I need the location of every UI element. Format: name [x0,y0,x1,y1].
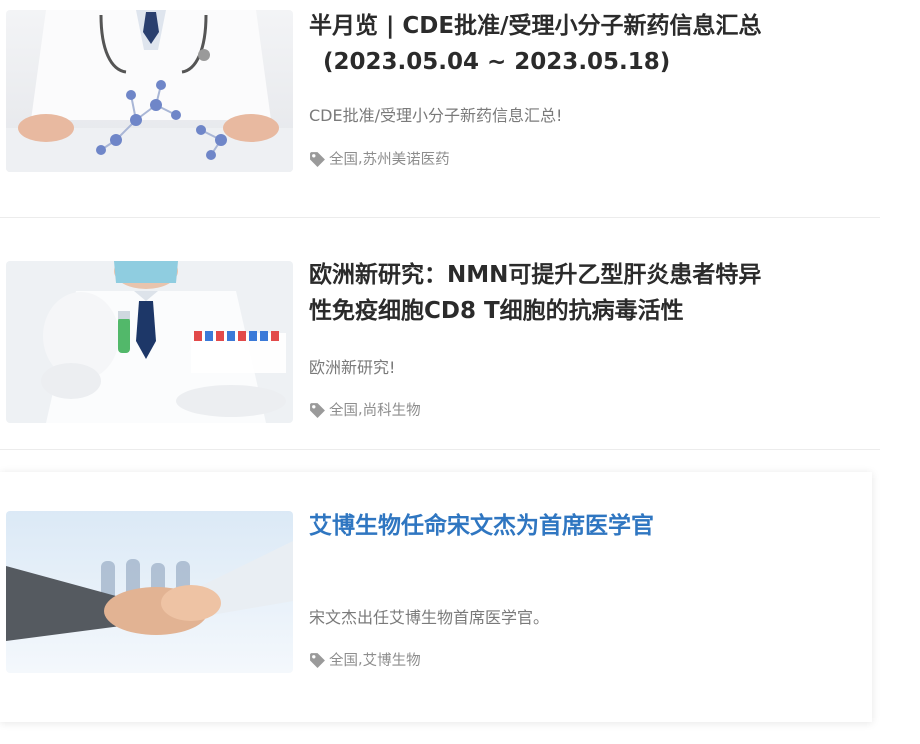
article-title-link[interactable]: 欧洲新研究：NMN可提升乙型肝炎患者特异 性免疫细胞CD8 T细胞的抗病毒活性 [309,257,859,329]
article-tags: 全国, 艾博生物 [309,649,421,670]
tag-icon [310,653,325,668]
article-summary: 宋文杰出任艾博生物首席医学官。 [309,608,550,627]
tag-company[interactable]: 艾博生物 [363,649,421,670]
tag-company[interactable]: 尚科生物 [363,399,421,420]
article-card[interactable]: 欧洲新研究：NMN可提升乙型肝炎患者特异 性免疫细胞CD8 T细胞的抗病毒活性 … [0,240,880,450]
article-card[interactable]: 半月览 | CDE批准/受理小分子新药信息汇总 (2023.05.04 ~ 20… [0,0,880,218]
article-thumbnail[interactable] [6,10,293,172]
article-tags: 全国, 苏州美诺医药 [309,148,450,169]
doctor-test-tubes-image [6,261,293,423]
title-line-2[interactable]: (2023.05.04 ~ 2023.05.18) [309,44,859,80]
title-line-1[interactable]: 艾博生物任命宋文杰为首席医学官 [309,513,654,539]
article-card[interactable]: 艾博生物任命宋文杰为首席医学官 宋文杰出任艾博生物首席医学官。 全国, 艾博生物 [0,472,872,722]
article-title-link[interactable]: 半月览 | CDE批准/受理小分子新药信息汇总 (2023.05.04 ~ 20… [309,8,859,80]
article-summary: 欧洲新研究! [309,358,396,377]
article-tags: 全国, 尚科生物 [309,399,421,420]
article-summary: CDE批准/受理小分子新药信息汇总! [309,106,563,125]
tag-region[interactable]: 全国 [329,399,358,420]
title-line-2[interactable]: 性免疫细胞CD8 T细胞的抗病毒活性 [309,298,684,324]
article-thumbnail[interactable] [6,511,293,673]
article-thumbnail[interactable] [6,261,293,423]
title-line-1[interactable]: 半月览 | CDE批准/受理小分子新药信息汇总 [309,13,762,39]
article-feed: 半月览 | CDE批准/受理小分子新药信息汇总 (2023.05.04 ~ 20… [0,0,920,744]
tag-icon [310,152,325,167]
tag-region[interactable]: 全国 [329,649,358,670]
doctor-molecule-image [6,10,293,172]
title-line-1[interactable]: 欧洲新研究：NMN可提升乙型肝炎患者特异 [309,262,761,288]
tag-company[interactable]: 苏州美诺医药 [363,148,450,169]
tag-icon [310,403,325,418]
handshake-image [6,511,293,673]
tag-region[interactable]: 全国 [329,148,358,169]
article-title-link[interactable]: 艾博生物任命宋文杰为首席医学官 [309,508,859,544]
